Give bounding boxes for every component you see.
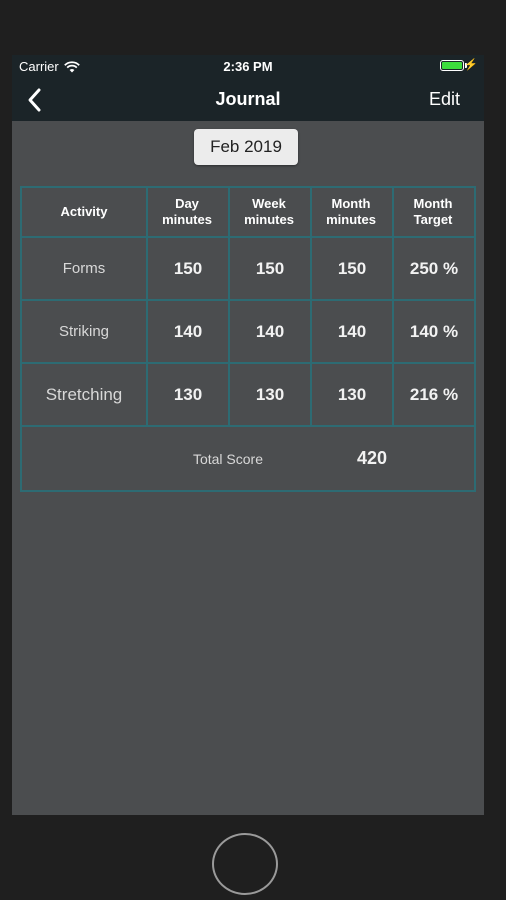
total-score-label: Total Score	[192, 450, 264, 467]
header-day-minutes: Day minutes	[162, 196, 212, 227]
month-minutes-value: 150	[337, 258, 367, 278]
charging-bolt-icon: ⚡	[464, 59, 478, 71]
month-target-value: 216 %	[409, 384, 459, 404]
phone-frame: Carrier 2:36 PM ⚡ Journal Edit Feb 2019	[0, 0, 506, 900]
header-activity: Activity	[60, 204, 108, 219]
day-minutes-value: 140	[173, 321, 203, 341]
month-selector[interactable]: Feb 2019	[194, 129, 298, 165]
month-minutes-value: 130	[337, 384, 367, 404]
screen: Carrier 2:36 PM ⚡ Journal Edit Feb 2019	[12, 55, 484, 815]
edit-button[interactable]: Edit	[429, 89, 460, 110]
week-minutes-value: 140	[255, 321, 285, 341]
journal-table: Activity Day minutes Week minutes Month …	[20, 186, 476, 492]
day-minutes-value: 150	[173, 258, 203, 278]
activity-name: Striking	[58, 323, 110, 340]
total-score-value: 420	[356, 448, 388, 468]
month-target-value: 250 %	[409, 258, 459, 278]
activity-name: Forms	[62, 260, 106, 277]
battery-level	[442, 62, 462, 69]
week-minutes-value: 130	[255, 384, 285, 404]
home-button[interactable]	[212, 833, 278, 895]
battery-icon	[440, 60, 467, 71]
month-minutes-value: 140	[337, 321, 367, 341]
navigation-bar: Journal Edit	[12, 79, 484, 121]
activity-name: Stretching	[45, 384, 123, 404]
day-minutes-value: 130	[173, 384, 203, 404]
header-month-target: Month Target	[413, 196, 453, 227]
header-month-minutes: Month minutes	[326, 196, 376, 227]
header-week-minutes: Week minutes	[244, 196, 294, 227]
page-title: Journal	[215, 89, 281, 109]
status-bar: Carrier 2:36 PM ⚡	[12, 55, 484, 79]
month-target-value: 140 %	[409, 321, 459, 341]
status-time: 2:36 PM	[223, 59, 273, 74]
week-minutes-value: 150	[255, 258, 285, 278]
